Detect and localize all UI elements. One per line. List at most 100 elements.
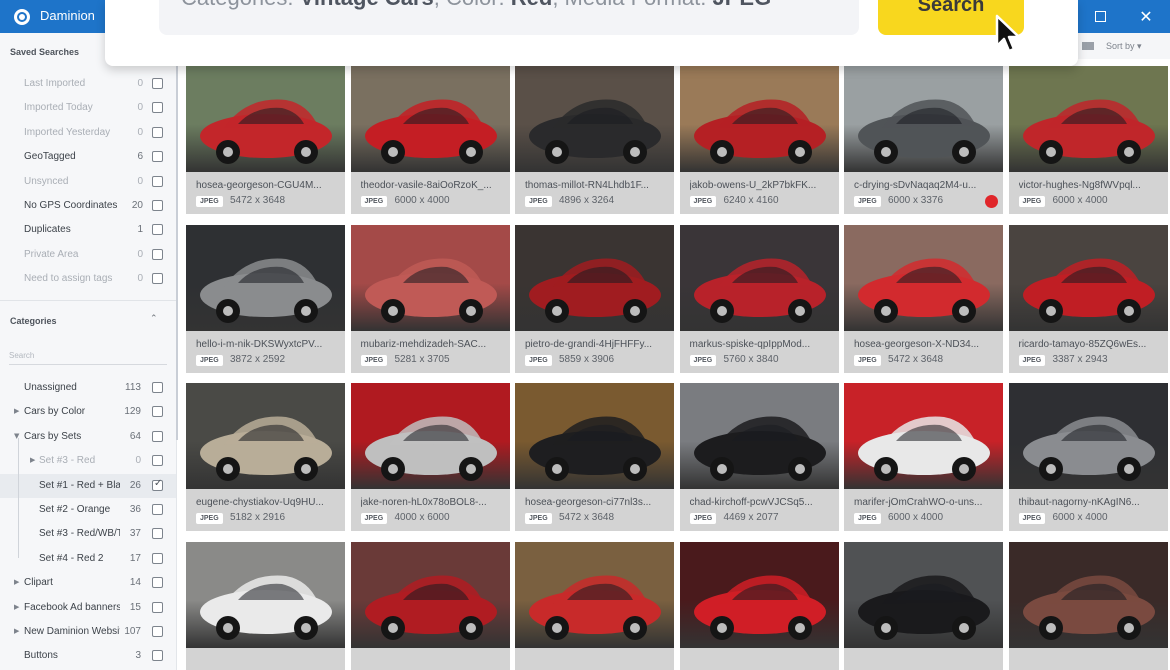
category-checkbox[interactable]: [152, 552, 163, 564]
saved-search-item[interactable]: GeoTagged 6: [0, 145, 176, 169]
thumbnail-tile[interactable]: jake-noren-hL0x78oBOL8-... JPEG 4000 x 600…: [350, 383, 510, 531]
saved-search-item[interactable]: Duplicates 1: [0, 218, 176, 242]
thumbnail-tile[interactable]: [350, 541, 510, 670]
car-photo-thumbnail[interactable]: [350, 66, 510, 172]
close-button[interactable]: ✕: [1123, 0, 1169, 33]
grid-view-icon[interactable]: [1082, 42, 1094, 50]
expand-right-icon[interactable]: ▶: [30, 456, 35, 464]
thumbnail-tile[interactable]: thibaut-nagorny-nKAgIN6... JPEG 6000 x 400…: [1008, 383, 1168, 531]
thumbnail-tile[interactable]: hosea-georgeson-X-ND34... JPEG 5472 x 3648: [844, 224, 1003, 373]
car-photo-thumbnail[interactable]: [186, 224, 345, 331]
category-item[interactable]: ▶ New Daminion Website 107: [0, 620, 176, 644]
thumbnail-tile[interactable]: jakob-owens-U_2kP7bkFK... JPEG 6240 x 4160: [679, 66, 839, 214]
expand-right-icon[interactable]: ▶: [14, 578, 19, 586]
thumbnail-tile[interactable]: ricardo-tamayo-85ZQ6wEs... JPEG 3387 x 294…: [1008, 224, 1168, 373]
expand-right-icon[interactable]: ▶: [14, 603, 19, 611]
saved-search-item[interactable]: Last Imported 0: [0, 72, 176, 96]
category-item[interactable]: Set #4 - Red 2 17: [0, 547, 176, 571]
category-item[interactable]: ▶ Set #3 - Red 0: [0, 449, 176, 473]
thumbnail-tile[interactable]: thomas-millot-RN4Lhdb1F... JPEG 4896 x 326…: [515, 66, 674, 214]
thumbnail-tile[interactable]: mubariz-mehdizadeh-SAC... JPEG 5281 x 3705: [350, 224, 510, 373]
expand-right-icon[interactable]: ▶: [14, 407, 19, 415]
car-photo-thumbnail[interactable]: [186, 541, 345, 648]
thumbnail-tile[interactable]: pietro-de-grandi-4HjFHFFy... JPEG 5859 x 3…: [515, 224, 674, 373]
category-checkbox[interactable]: [152, 577, 163, 589]
saved-search-item[interactable]: Need to assign tags 0: [0, 267, 176, 291]
category-checkbox[interactable]: [152, 626, 163, 637]
car-photo-thumbnail[interactable]: [186, 66, 345, 172]
car-photo-thumbnail[interactable]: [844, 383, 1003, 489]
car-photo-thumbnail[interactable]: [350, 383, 510, 489]
thumbnail-tile[interactable]: [186, 541, 345, 670]
car-photo-thumbnail[interactable]: [844, 541, 1003, 648]
thumbnail-tile[interactable]: theodor-vasile-8aiOoRzoK_... JPEG 6000 x 4…: [350, 66, 510, 214]
search-input[interactable]: Categories: Vintage Cars, Color: Red, Me…: [159, 0, 859, 35]
car-photo-thumbnail[interactable]: [350, 224, 510, 331]
category-item[interactable]: Buttons 3: [0, 644, 176, 668]
sort-by-dropdown[interactable]: Sort by ▾: [1106, 41, 1142, 52]
thumbnail-tile[interactable]: victor-hughes-Ng8fWVpql... JPEG 6000 x 400…: [1008, 66, 1168, 214]
car-photo-thumbnail[interactable]: [515, 383, 674, 489]
car-photo-thumbnail[interactable]: [1008, 66, 1168, 172]
car-photo-thumbnail[interactable]: [679, 66, 839, 172]
thumbnail-tile[interactable]: [844, 541, 1003, 670]
saved-search-checkbox[interactable]: [152, 224, 163, 236]
saved-search-checkbox[interactable]: [152, 78, 163, 89]
category-item[interactable]: Set #2 - Orange 36: [0, 498, 176, 522]
saved-search-checkbox[interactable]: [152, 126, 163, 138]
car-photo-thumbnail[interactable]: [679, 541, 839, 648]
car-photo-thumbnail[interactable]: [515, 224, 674, 331]
saved-search-checkbox[interactable]: [152, 175, 163, 187]
category-item[interactable]: Set #1 - Red + Black 26: [0, 473, 176, 498]
car-photo-thumbnail[interactable]: [350, 541, 510, 648]
category-checkbox[interactable]: [152, 650, 163, 662]
thumbnail-tile[interactable]: [679, 541, 839, 670]
category-item[interactable]: ▼ Cars by Sets 64: [0, 425, 176, 449]
category-checkbox[interactable]: [152, 504, 163, 515]
car-photo-thumbnail[interactable]: [1008, 224, 1168, 331]
car-photo-thumbnail[interactable]: [679, 224, 839, 331]
category-item[interactable]: ▶ Clipart 14: [0, 571, 176, 595]
thumbnail-tile[interactable]: marifer-jOmCrahWO-o-uns... JPEG 6000 x 400…: [844, 383, 1003, 531]
category-checkbox[interactable]: [152, 528, 163, 540]
car-photo-thumbnail[interactable]: [515, 541, 674, 648]
sidebar-scrollbar[interactable]: [176, 60, 178, 440]
thumbnail-tile[interactable]: [1008, 541, 1168, 670]
thumbnail-tile[interactable]: eugene-chystiakov-Uq9HU... JPEG 5182 x 291…: [186, 383, 345, 531]
category-item[interactable]: Unassigned 113: [0, 376, 176, 400]
thumbnail-tile[interactable]: chad-kirchoff-pcwVJCSq5... JPEG 4469 x 207…: [679, 383, 839, 531]
thumbnail-tile[interactable]: hosea-georgeson-CGU4M... JPEG 5472 x 3648: [186, 66, 345, 214]
saved-search-item[interactable]: No GPS Coordinates 20: [0, 194, 176, 218]
saved-search-checkbox[interactable]: [152, 200, 163, 211]
categories-search[interactable]: [9, 345, 167, 365]
thumbnail-tile[interactable]: hosea-georgeson-ci77nl3s... JPEG 5472 x 36…: [515, 383, 674, 531]
saved-search-checkbox[interactable]: [152, 151, 163, 163]
saved-search-item[interactable]: Private Area 0: [0, 243, 176, 267]
car-photo-thumbnail[interactable]: [515, 66, 674, 172]
saved-search-item[interactable]: Unsynced 0: [0, 170, 176, 194]
category-item[interactable]: ▶ Cars by Color 129: [0, 400, 176, 424]
category-checkbox[interactable]: [152, 455, 163, 467]
car-photo-thumbnail[interactable]: [1008, 383, 1168, 489]
category-checkbox[interactable]: [152, 601, 163, 613]
saved-search-checkbox[interactable]: [152, 248, 163, 260]
category-item[interactable]: ▶ Facebook Ad banners 15: [0, 596, 176, 620]
saved-search-checkbox[interactable]: [152, 273, 163, 285]
car-photo-thumbnail[interactable]: [844, 224, 1003, 331]
car-photo-thumbnail[interactable]: [1008, 541, 1168, 648]
chevron-up-icon[interactable]: ⌃: [150, 314, 158, 324]
category-item[interactable]: Set #3 - Red/WB/Tan 37: [0, 522, 176, 546]
categories-search-input[interactable]: [9, 351, 159, 360]
thumbnail-tile[interactable]: [515, 541, 674, 670]
saved-search-checkbox[interactable]: [152, 102, 163, 114]
car-photo-thumbnail[interactable]: [844, 66, 1003, 172]
category-checkbox[interactable]: [152, 382, 163, 393]
car-photo-thumbnail[interactable]: [186, 383, 345, 489]
thumbnail-tile[interactable]: markus-spiske-qpIppMod... JPEG 5760 x 3840: [679, 224, 839, 373]
category-checkbox[interactable]: [152, 430, 163, 442]
category-checkbox[interactable]: [152, 478, 163, 491]
saved-search-item[interactable]: Imported Yesterday 0: [0, 121, 176, 145]
thumbnail-tile[interactable]: hello-i-m-nik-DKSWyxtcPV... JPEG 3872 x 25…: [186, 224, 345, 373]
maximize-button[interactable]: [1077, 0, 1123, 33]
thumbnail-tile[interactable]: c-drying-sDvNaqaq2M4-u... JPEG 6000 x 3376: [844, 66, 1003, 214]
